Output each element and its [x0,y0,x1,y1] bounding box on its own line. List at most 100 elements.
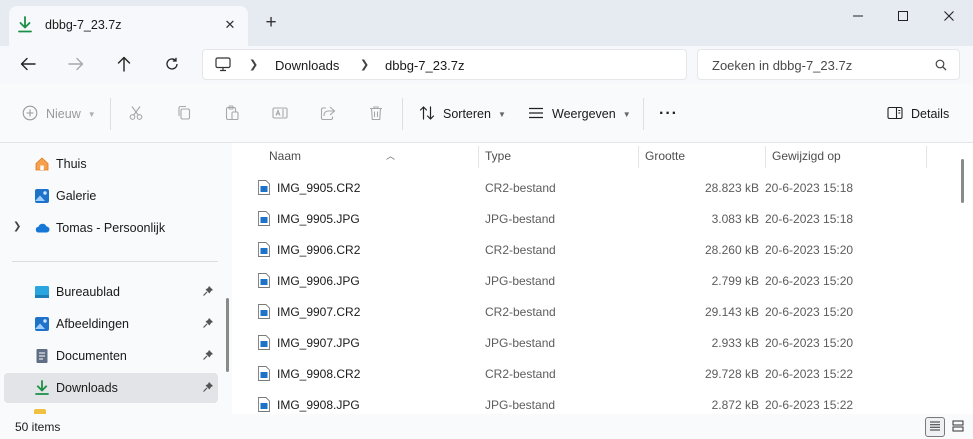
tab-active[interactable]: dbbg-7_23.7z ✕ [9,6,248,46]
sidebar-item-gallery[interactable]: Galerie [4,181,218,211]
sort-button[interactable]: Sorteren ▼ [419,103,506,125]
file-modified: 20-6-2023 15:18 [765,212,854,226]
sidebar-item-onedrive[interactable]: ❯ Tomas - Persoonlijk [4,213,218,243]
up-arrow-icon[interactable] [110,52,138,76]
breadcrumb[interactable]: ❯ Downloads ❯ dbbg-7_23.7z [202,49,687,80]
column-header-name[interactable]: Naam ︿ [252,143,478,169]
close-icon[interactable]: ✕ [220,15,240,35]
file-modified: 20-6-2023 15:22 [765,398,854,412]
table-row[interactable]: IMG_9906.CR2 CR2-bestand 28.260 kB 20-6-… [252,234,952,265]
sidebar-divider [12,261,218,262]
pictures-icon [34,316,50,332]
file-type: CR2-bestand [485,181,556,195]
column-header-label: Type [485,149,512,163]
image-file-icon [258,366,270,384]
paste-button[interactable] [224,103,240,125]
share-icon [320,105,336,124]
search-icon[interactable] [935,59,947,74]
trash-icon [368,105,384,124]
rename-icon [272,105,288,124]
file-size: 28.823 kB [704,181,759,195]
delete-button[interactable] [368,103,384,125]
copy-icon [176,105,192,124]
column-divider[interactable] [926,146,927,168]
column-header-type[interactable]: Type [479,143,638,169]
file-type: JPG-bestand [485,274,556,288]
minimize-icon[interactable] [835,0,881,32]
details-button[interactable]: Details [887,103,949,125]
breadcrumb-downloads[interactable]: Downloads [275,58,339,73]
column-header-size[interactable]: Grootte [639,143,765,169]
column-header-label: Gewijzigd op [772,149,841,163]
file-size: 29.728 kB [704,367,759,381]
scissors-icon [128,105,144,124]
sidebar-item-documents[interactable]: Documenten [4,341,218,371]
chevron-right-icon[interactable]: ❯ [13,221,21,232]
details-view-icon [929,420,941,435]
view-list-icon [528,105,544,124]
more-options-button[interactable]: ··· [659,103,678,125]
column-header-modified[interactable]: Gewijzigd op [766,143,926,169]
close-icon[interactable] [926,0,972,32]
view-label: Weergeven [552,107,616,121]
command-bar: Nieuw ▼ Sorteren ▼ Weergeven ▼ ··· Detai… [0,84,973,143]
ellipsis-icon: ··· [659,105,678,122]
pin-icon[interactable] [202,381,214,396]
new-button[interactable]: Nieuw ▼ [22,103,96,125]
file-type: CR2-bestand [485,367,556,381]
file-modified: 20-6-2023 15:18 [765,181,854,195]
sort-icon [419,105,435,124]
refresh-icon[interactable] [158,52,186,76]
share-button[interactable] [320,103,336,125]
tab-title: dbbg-7_23.7z [45,18,122,32]
clipboard-icon [224,105,240,124]
forward-arrow-icon[interactable] [62,52,90,76]
table-row[interactable]: IMG_9907.CR2 CR2-bestand 29.143 kB 20-6-… [252,296,952,327]
search-box[interactable]: Zoeken in dbbg-7_23.7z [697,49,960,80]
back-arrow-icon[interactable] [14,52,42,76]
details-view-button[interactable] [925,417,945,437]
pin-icon[interactable] [202,349,214,364]
sidebar-item-pictures[interactable]: Afbeeldingen [4,309,218,339]
table-row[interactable]: IMG_9908.JPG JPG-bestand 2.872 kB 20-6-2… [252,389,952,414]
sidebar-item-downloads[interactable]: Downloads [4,373,218,403]
file-type: JPG-bestand [485,336,556,350]
computer-icon[interactable] [215,57,231,75]
tiles-view-button[interactable] [948,417,968,437]
chevron-right-icon[interactable]: ❯ [249,58,258,71]
file-name: IMG_9906.CR2 [277,243,361,257]
sidebar-item-desktop[interactable]: Bureaublad [4,277,218,307]
sidebar-scrollbar[interactable] [226,298,229,372]
rename-button[interactable] [272,103,288,125]
view-button[interactable]: Weergeven ▼ [528,103,631,125]
chevron-right-icon[interactable]: ❯ [360,58,369,71]
status-bar: 50 items [0,414,973,439]
file-type: JPG-bestand [485,398,556,412]
copy-button[interactable] [176,103,192,125]
breadcrumb-archive[interactable]: dbbg-7_23.7z [385,58,465,73]
table-row[interactable]: IMG_9905.CR2 CR2-bestand 28.823 kB 20-6-… [252,172,952,203]
pin-icon[interactable] [202,285,214,300]
image-file-icon [258,273,270,291]
file-type: CR2-bestand [485,243,556,257]
sidebar-item-label: Documenten [56,349,127,363]
file-size: 2.799 kB [711,274,759,288]
sidebar-item-home[interactable]: Thuis [4,149,218,179]
maximize-icon[interactable] [880,0,926,32]
documents-icon [34,348,50,364]
gallery-icon [34,188,50,204]
pin-icon[interactable] [202,317,214,332]
desktop-icon [34,284,50,300]
title-bar: dbbg-7_23.7z ✕ + [0,0,973,46]
file-list: Naam ︿ Type Grootte Gewijzigd op IMG_990… [232,143,973,414]
file-list-scrollbar[interactable] [961,159,964,203]
search-input[interactable]: Zoeken in dbbg-7_23.7z [712,58,852,73]
plus-icon[interactable]: + [259,12,283,36]
file-modified: 20-6-2023 15:20 [765,274,854,288]
table-row[interactable]: IMG_9908.CR2 CR2-bestand 29.728 kB 20-6-… [252,358,952,389]
table-row[interactable]: IMG_9907.JPG JPG-bestand 2.933 kB 20-6-2… [252,327,952,358]
cut-button[interactable] [128,103,144,125]
table-row[interactable]: IMG_9905.JPG JPG-bestand 3.083 kB 20-6-2… [252,203,952,234]
image-file-icon [258,335,270,353]
table-row[interactable]: IMG_9906.JPG JPG-bestand 2.799 kB 20-6-2… [252,265,952,296]
